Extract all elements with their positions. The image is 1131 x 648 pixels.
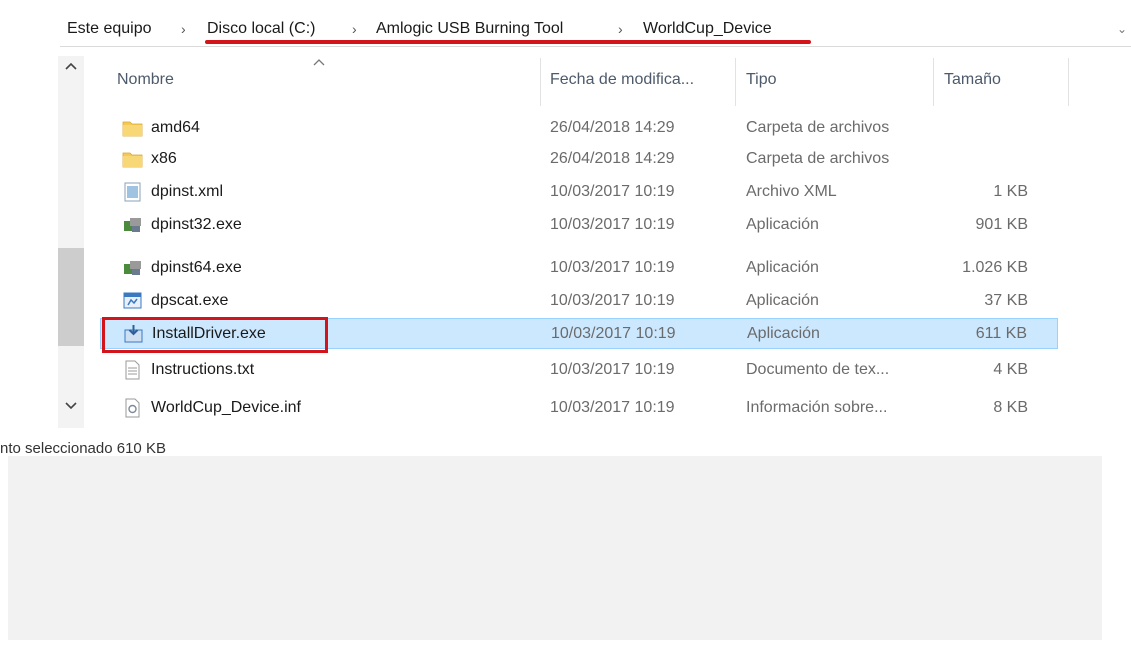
- file-date: 10/03/2017 10:19: [550, 399, 675, 416]
- file-row-instructions[interactable]: Instructions.txt 10/03/2017 10:19 Docume…: [100, 355, 1058, 386]
- empty-panel: [8, 456, 1102, 640]
- app-window-icon: [122, 291, 143, 311]
- file-size: 1 KB: [993, 183, 1028, 200]
- column-divider[interactable]: [933, 58, 934, 106]
- scrollbar-thumb[interactable]: [58, 248, 84, 346]
- file-type: Documento de tex...: [746, 361, 890, 378]
- scroll-up-icon[interactable]: [64, 58, 78, 75]
- file-row-dpscat[interactable]: dpscat.exe 10/03/2017 10:19 Aplicación 3…: [100, 286, 1058, 317]
- file-date: 10/03/2017 10:19: [550, 361, 675, 378]
- installer-exe-icon: [122, 215, 143, 235]
- sort-ascending-icon: [313, 54, 325, 69]
- file-size: 901 KB: [975, 216, 1028, 233]
- file-size: 8 KB: [993, 399, 1028, 416]
- breadcrumb-separator-icon: ›: [181, 21, 186, 37]
- column-header-name[interactable]: Nombre: [117, 71, 174, 89]
- file-type: Aplicación: [746, 259, 819, 276]
- breadcrumb-worldcup-device[interactable]: WorldCup_Device: [643, 20, 772, 38]
- file-date: 26/04/2018 14:29: [550, 150, 675, 167]
- column-header-date[interactable]: Fecha de modifica...: [550, 71, 694, 89]
- file-name: WorldCup_Device.inf: [151, 399, 301, 416]
- column-divider[interactable]: [735, 58, 736, 106]
- column-divider[interactable]: [540, 58, 541, 106]
- file-type: Carpeta de archivos: [746, 150, 890, 167]
- file-type: Carpeta de archivos: [746, 119, 890, 136]
- file-type: Aplicación: [746, 216, 819, 233]
- column-header-size[interactable]: Tamaño: [944, 71, 1001, 89]
- file-name: amd64: [151, 119, 200, 136]
- file-size: 1.026 KB: [962, 259, 1028, 276]
- file-row-dpinst-xml[interactable]: dpinst.xml 10/03/2017 10:19 Archivo XML …: [100, 177, 1058, 208]
- file-row-dpinst32[interactable]: dpinst32.exe 10/03/2017 10:19 Aplicación…: [100, 210, 1058, 241]
- installer-exe-icon: [122, 258, 143, 278]
- file-name: x86: [151, 150, 177, 167]
- file-date: 10/03/2017 10:19: [550, 216, 675, 233]
- file-row-amd64[interactable]: amd64 26/04/2018 14:29 Carpeta de archiv…: [100, 113, 1058, 144]
- file-date: 10/03/2017 10:19: [550, 183, 675, 200]
- file-size: 611 KB: [975, 325, 1027, 342]
- breadcrumb-separator-icon: ›: [352, 21, 357, 37]
- file-row-x86[interactable]: x86 26/04/2018 14:29 Carpeta de archivos: [100, 144, 1058, 175]
- path-highlight-underline: [205, 40, 811, 44]
- file-type: Aplicación: [747, 325, 820, 342]
- annotation-highlight-box: [102, 317, 328, 353]
- file-row-worldcup-inf[interactable]: WorldCup_Device.inf 10/03/2017 10:19 Inf…: [100, 393, 1058, 424]
- scrollbar-track[interactable]: [58, 56, 84, 428]
- folder-icon: [122, 118, 143, 138]
- file-name: dpinst64.exe: [151, 259, 242, 276]
- breadcrumb-amlogic[interactable]: Amlogic USB Burning Tool: [376, 20, 563, 38]
- file-type: Aplicación: [746, 292, 819, 309]
- file-date: 10/03/2017 10:19: [551, 325, 676, 342]
- file-date: 10/03/2017 10:19: [550, 292, 675, 309]
- file-date: 10/03/2017 10:19: [550, 259, 675, 276]
- file-name: Instructions.txt: [151, 361, 255, 378]
- inf-file-icon: [122, 398, 143, 418]
- file-size: 4 KB: [993, 361, 1028, 378]
- file-row-dpinst64[interactable]: dpinst64.exe 10/03/2017 10:19 Aplicación…: [100, 253, 1058, 284]
- text-file-icon: [122, 360, 143, 380]
- file-type: Archivo XML: [746, 183, 837, 200]
- address-dropdown-icon[interactable]: ⌄: [1117, 22, 1127, 36]
- scroll-down-icon[interactable]: [64, 398, 78, 415]
- breadcrumb-este-equipo[interactable]: Este equipo: [67, 20, 152, 38]
- folder-icon: [122, 149, 143, 169]
- breadcrumb-disco-local[interactable]: Disco local (C:): [207, 20, 315, 38]
- file-date: 26/04/2018 14:29: [550, 119, 675, 136]
- file-size: 37 KB: [984, 292, 1028, 309]
- breadcrumb-separator-icon: ›: [618, 21, 623, 37]
- column-divider[interactable]: [1068, 58, 1069, 106]
- file-name: dpinst32.exe: [151, 216, 242, 233]
- file-name: dpinst.xml: [151, 183, 224, 200]
- column-header-type[interactable]: Tipo: [746, 71, 777, 89]
- status-bar-text: nto seleccionado 610 KB: [0, 440, 166, 457]
- file-name: dpscat.exe: [151, 292, 229, 309]
- xml-file-icon: [122, 182, 143, 202]
- file-type: Información sobre...: [746, 399, 888, 416]
